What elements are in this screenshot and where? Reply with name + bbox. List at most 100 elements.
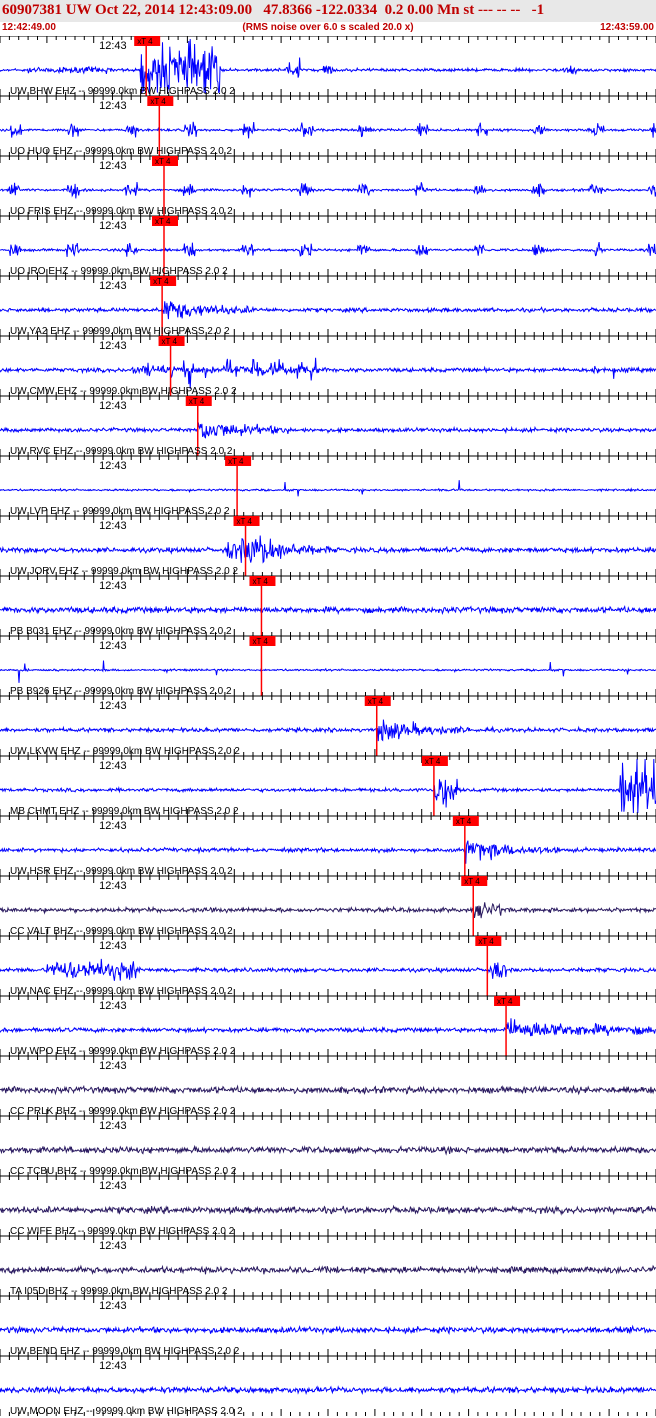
minute-tick-label: 12:43	[99, 1240, 127, 1252]
waveform-trace	[0, 422, 656, 439]
channel-5: 12:43 xT 4 UW CMW EHZ -- 99999.0km BW HIGH…	[0, 335, 656, 397]
minute-tick-label: 12:43	[99, 940, 127, 952]
channel-9: 12:43 xT 4 PB B031 EHZ -- 99999.0km BW HIG…	[0, 575, 656, 637]
channel-label: UW BHW EHZ -- 99999.0km BW HIGHPASS 2.0 …	[10, 86, 235, 97]
pick-label: xT 4	[137, 37, 153, 46]
channel-label: UW LVP EHZ -- 99999.0km BW HIGHPASS 2.0 …	[10, 506, 230, 517]
pick-label: xT 4	[425, 757, 441, 766]
minute-tick-label: 12:43	[99, 400, 127, 412]
event-title: 60907381 UW Oct 22, 2014 12:43:09.00 47.…	[2, 2, 545, 18]
minute-tick-label: 12:43	[99, 820, 127, 832]
channel-4: 12:43 xT 4 UW YA2 EHZ -- 99999.0km BW HIGH…	[0, 275, 656, 337]
channel-20: 12:43 TA I05D BHZ -- 99999.0km BW HIGHPAS…	[0, 1235, 656, 1297]
pick-label: xT 4	[252, 637, 268, 646]
seismogram-panel: 12:43 xT 4UW BHW EHZ -- 99999.0km BW HIGH…	[0, 36, 656, 1417]
channel-label: UW MOON EHZ -- 99999.0km BW HIGHPASS 2.0…	[10, 1406, 243, 1417]
pick-label: xT 4	[237, 517, 253, 526]
minute-tick-label: 12:43	[99, 880, 127, 892]
waveform-trace	[0, 660, 656, 683]
minute-tick-label: 12:43	[99, 1060, 127, 1072]
pick-label: xT 4	[252, 577, 268, 586]
channel-label: CC PRLK BHZ -- 99999.0km BW HIGHPASS 2.0…	[10, 1106, 236, 1117]
channel-15: 12:43 xT 4 UW NAC EHZ -- 99999.0km BW HIGH…	[0, 935, 656, 997]
channel-label: PB B031 EHZ -- 99999.0km BW HIGHPASS 2.0…	[10, 626, 232, 637]
channel-label: MB CHMT EHZ -- 99999.0km BW HIGHPASS 2.0…	[10, 806, 239, 817]
waveform-trace	[0, 958, 656, 981]
minute-tick-label: 12:43	[99, 700, 127, 712]
waveform-trace	[0, 840, 656, 864]
channel-label: UO IRO EHZ -- 99999.0km BW HIGHPASS 2.0 …	[10, 266, 228, 277]
channel-0: 12:43 xT 4 UW BHW EHZ -- 99999.0km BW HIGH…	[0, 36, 656, 97]
waveform-trace	[0, 357, 656, 389]
waveform-trace	[0, 1018, 656, 1037]
channel-label: UW YA2 EHZ -- 99999.0km BW HIGHPASS 2.0 …	[10, 326, 230, 337]
minute-tick-label: 12:43	[99, 520, 127, 532]
channel-10: 12:43 xT 4 PB B926 EHZ -- 99999.0km BW HIG…	[0, 635, 656, 697]
minute-tick-label: 12:43	[99, 1360, 127, 1372]
pick-label: xT 4	[150, 97, 166, 106]
channel-label: UW WPO EHZ -- 99999.0km BW HIGHPASS 2.0 …	[10, 1046, 236, 1057]
waveform-trace	[0, 1385, 656, 1395]
minute-tick-label: 12:43	[99, 1000, 127, 1012]
waveform-trace	[0, 301, 656, 320]
minute-tick-label: 12:43	[99, 760, 127, 772]
channel-label: CC WIFE BHZ -- 99999.0km BW HIGHPASS 2.0…	[10, 1226, 235, 1237]
pick-label: xT 4	[155, 217, 171, 226]
channel-label: UW NAC EHZ -- 99999.0km BW HIGHPASS 2.0 …	[10, 986, 233, 997]
minute-tick-label: 12:43	[99, 460, 127, 472]
channel-label: UO FRIS EHZ -- 99999.0km BW HIGHPASS 2.0…	[10, 206, 233, 217]
pick-label: xT 4	[497, 997, 513, 1006]
channel-6: 12:43 xT 4 UW RVC EHZ -- 99999.0km BW HIGH…	[0, 395, 656, 457]
channel-label: PB B926 EHZ -- 99999.0km BW HIGHPASS 2.0…	[10, 686, 232, 697]
channel-12: 12:43 xT 4 MB CHMT EHZ -- 99999.0km BW HIG…	[0, 755, 656, 817]
channel-label: UW JORV EHZ -- 99999.0km BW HIGHPASS 2.0…	[10, 566, 238, 577]
waveform-trace	[0, 535, 656, 564]
minute-tick-label: 12:43	[99, 160, 127, 172]
minute-tick-label: 12:43	[99, 220, 127, 232]
channel-label: UW HSR EHZ -- 99999.0km BW HIGHPASS 2.0 …	[10, 866, 233, 877]
channel-21: 12:43 UW BEND EHZ -- 99999.0km BW HIGHPAS…	[0, 1295, 656, 1357]
waveform-trace	[0, 1144, 656, 1156]
waveform-trace	[0, 181, 656, 199]
channel-16: 12:43 xT 4 UW WPO EHZ -- 99999.0km BW HIGH…	[0, 995, 656, 1057]
pick-label: xT 4	[228, 457, 244, 466]
minute-tick-label: 12:43	[99, 580, 127, 592]
minute-tick-label: 12:43	[99, 280, 127, 292]
waveform-trace	[0, 604, 656, 616]
minute-tick-label: 12:43	[99, 1300, 127, 1312]
waveform-trace	[0, 480, 656, 497]
minute-tick-label: 12:43	[99, 640, 127, 652]
channel-label: TA I05D BHZ -- 99999.0km BW HIGHPASS 2.0…	[10, 1286, 228, 1297]
waveform-trace	[0, 1264, 656, 1276]
pick-label: xT 4	[189, 397, 205, 406]
channel-3: 12:43 xT 4 UO IRO EHZ -- 99999.0km BW HIGH…	[0, 215, 656, 277]
channel-18: 12:43 CC TCBU BHZ -- 99999.0km BW HIGHPAS…	[0, 1115, 656, 1177]
waveform-trace	[0, 902, 656, 919]
waveform-trace	[0, 719, 656, 742]
pick-label: xT 4	[368, 697, 384, 706]
waveform-trace	[0, 1084, 656, 1096]
minute-tick-label: 12:43	[99, 40, 127, 52]
channel-14: 12:43 xT 4 CC VALT BHZ -- 99999.0km BW HIG…	[0, 875, 656, 937]
channel-label: UW LKVW EHZ -- 99999.0km BW HIGHPASS 2.0…	[10, 746, 240, 757]
minute-tick-label: 12:43	[99, 100, 127, 112]
channel-2: 12:43 xT 4 UO FRIS EHZ -- 99999.0km BW HIG…	[0, 155, 656, 217]
minute-tick-label: 12:43	[99, 1120, 127, 1132]
channel-1: 12:43 xT 4 UO HUO EHZ -- 99999.0km BW HIGH…	[0, 95, 656, 157]
rms-note: (RMS noise over 6.0 s scaled 20.0 x)	[242, 22, 414, 33]
pick-label: xT 4	[162, 337, 178, 346]
pick-label: xT 4	[464, 877, 480, 886]
minute-tick-label: 12:43	[99, 1180, 127, 1192]
channel-13: 12:43 xT 4 UW HSR EHZ -- 99999.0km BW HIGH…	[0, 815, 656, 877]
channel-label: UW RVC EHZ -- 99999.0km BW HIGHPASS 2.0 …	[10, 446, 233, 457]
minute-tick-label: 12:43	[99, 340, 127, 352]
waveform-trace	[0, 121, 656, 139]
channel-label: UW CMW EHZ -- 99999.0km BW HIGHPASS 2.0 …	[10, 386, 237, 397]
channel-22: 12:43 UW MOON EHZ -- 99999.0km BW HIGHPAS…	[0, 1355, 656, 1417]
channel-label: CC VALT BHZ -- 99999.0km BW HIGHPASS 2.0…	[10, 926, 233, 937]
channel-label: UO HUO EHZ -- 99999.0km BW HIGHPASS 2.0 …	[10, 146, 233, 157]
channel-11: 12:43 xT 4 UW LKVW EHZ -- 99999.0km BW HIG…	[0, 695, 656, 757]
channel-8: 12:43 xT 4 UW JORV EHZ -- 99999.0km BW HIG…	[0, 515, 656, 577]
pick-label: xT 4	[456, 817, 472, 826]
waveform-trace	[0, 241, 656, 257]
